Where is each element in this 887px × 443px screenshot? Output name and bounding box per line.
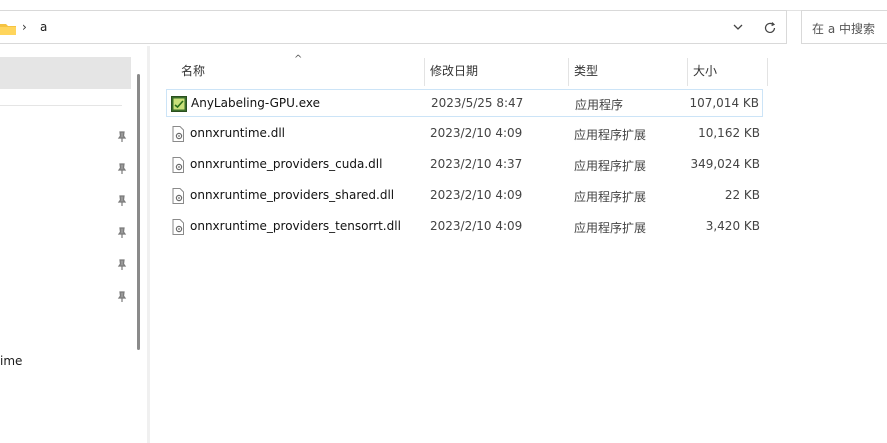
folder-icon <box>0 24 16 35</box>
file-name[interactable]: onnxruntime.dll <box>190 126 285 140</box>
dll-icon <box>172 188 184 204</box>
file-name[interactable]: onnxruntime_providers_shared.dll <box>190 188 394 202</box>
file-date: 2023/2/10 4:09 <box>430 126 523 140</box>
file-type: 应用程序扩展 <box>574 128 647 142</box>
file-type: 应用程序扩展 <box>574 221 647 235</box>
file-size: 10,162 KB <box>698 126 760 140</box>
file-type: 应用程序 <box>575 98 624 112</box>
file-size: 3,420 KB <box>705 219 760 233</box>
file-type: 应用程序扩展 <box>574 159 647 173</box>
pin-icon[interactable] <box>115 194 129 208</box>
file-row[interactable]: onnxruntime.dll 2023/2/10 4:09 应用程序扩展 10… <box>166 120 763 148</box>
pin-icon[interactable] <box>115 226 129 240</box>
file-date: 2023/2/10 4:09 <box>430 219 523 233</box>
file-date: 2023/5/25 8:47 <box>431 96 524 110</box>
breadcrumb-item[interactable]: a <box>40 20 47 34</box>
pin-icon[interactable] <box>115 162 129 176</box>
pin-icon[interactable] <box>115 258 129 272</box>
file-size: 22 KB <box>724 188 760 202</box>
file-size: 349,024 KB <box>690 157 760 171</box>
chevron-down-icon[interactable] <box>732 22 744 32</box>
search-input[interactable]: 在 a 中搜索 <box>801 10 887 44</box>
file-date: 2023/2/10 4:09 <box>430 188 523 202</box>
pane-splitter[interactable] <box>147 46 150 443</box>
column-header-size[interactable]: 大小 <box>686 58 768 86</box>
column-header-type[interactable]: 类型 <box>567 58 687 86</box>
address-bar[interactable]: › a <box>0 10 787 44</box>
sort-ascending-icon: ^ <box>294 54 303 65</box>
pin-icon[interactable] <box>115 130 129 144</box>
file-type: 应用程序扩展 <box>574 190 647 204</box>
navigation-pane: ime <box>0 46 150 443</box>
dll-icon <box>172 157 184 173</box>
file-size: 107,014 KB <box>689 96 759 110</box>
dll-icon <box>172 126 184 142</box>
dll-icon <box>172 219 184 235</box>
breadcrumb-chevron-icon[interactable]: › <box>22 20 27 34</box>
sidebar-item-selected[interactable] <box>0 57 131 89</box>
file-row[interactable]: AnyLabeling-GPU.exe 2023/5/25 8:47 应用程序 … <box>166 89 763 117</box>
search-placeholder: 在 a 中搜索 <box>812 22 875 36</box>
sidebar-item-label[interactable]: ime <box>0 354 22 368</box>
exe-icon <box>171 96 187 112</box>
file-name[interactable]: onnxruntime_providers_cuda.dll <box>190 157 382 171</box>
file-row[interactable]: onnxruntime_providers_shared.dll 2023/2/… <box>166 182 763 210</box>
file-row[interactable]: onnxruntime_providers_tensorrt.dll 2023/… <box>166 213 763 241</box>
refresh-icon[interactable] <box>763 21 777 35</box>
file-row[interactable]: onnxruntime_providers_cuda.dll 2023/2/10… <box>166 151 763 179</box>
column-separator[interactable] <box>767 58 768 86</box>
sidebar-divider <box>0 105 122 106</box>
file-name[interactable]: onnxruntime_providers_tensorrt.dll <box>190 219 401 233</box>
file-name[interactable]: AnyLabeling-GPU.exe <box>191 96 320 110</box>
pin-icon[interactable] <box>115 290 129 304</box>
sidebar-scrollbar[interactable] <box>137 74 140 350</box>
file-date: 2023/2/10 4:37 <box>430 157 523 171</box>
column-header-date[interactable]: 修改日期 <box>423 58 568 86</box>
